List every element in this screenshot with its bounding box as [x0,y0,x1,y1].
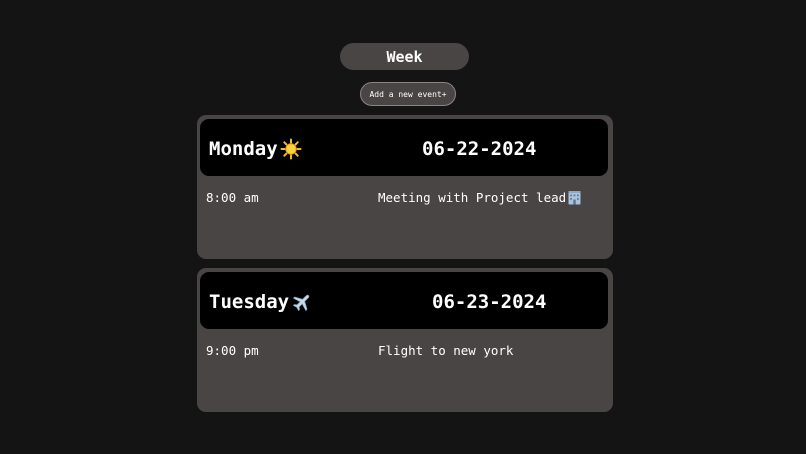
week-view: Week Add a new event+ Monday 06-22-2024 … [0,0,806,454]
day-card-monday: Monday 06-22-2024 8:00 am Meeting with P… [197,115,613,259]
event-title-label: Meeting with Project lead [378,190,567,205]
event-title[interactable]: Meeting with Project lead [378,190,582,205]
day-name: Monday [209,138,302,160]
office-building-icon [567,190,582,205]
day-name-label: Tuesday [209,291,290,313]
day-date: 06-23-2024 [432,291,547,313]
day-header: Tuesday 06-23-2024 [200,272,608,329]
day-header: Monday 06-22-2024 [200,119,608,176]
week-title: Week [340,43,469,70]
event-title[interactable]: Flight to new york [378,343,513,358]
add-event-button-label: Add a new event+ [369,89,447,99]
week-title-label: Week [386,47,423,66]
day-name-label: Monday [209,138,278,160]
event-time: 9:00 pm [206,343,259,358]
airplane-icon [291,291,313,313]
sun-icon [280,138,302,160]
event-time: 8:00 am [206,190,259,205]
add-event-button[interactable]: Add a new event+ [360,82,456,106]
day-card-tuesday: Tuesday 06-23-2024 9:00 pm Flight to new… [197,268,613,412]
day-date: 06-22-2024 [422,138,537,160]
event-title-label: Flight to new york [378,343,514,358]
day-name: Tuesday [209,291,313,313]
